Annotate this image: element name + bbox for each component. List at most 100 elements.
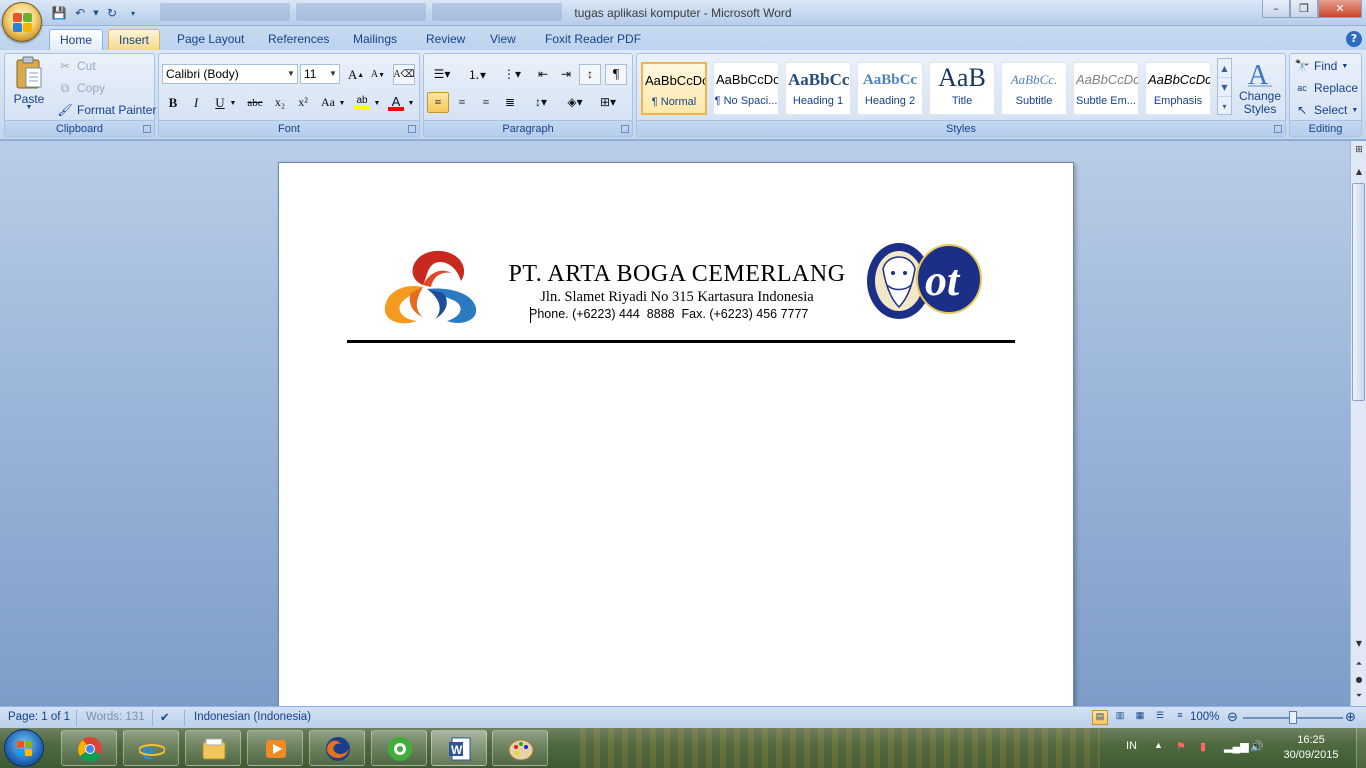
decrease-indent-icon[interactable]: ⇤ bbox=[532, 64, 554, 85]
bullets-icon[interactable]: ☰▾ bbox=[427, 64, 457, 85]
style-normal[interactable]: AaBbCcDc ¶ Normal bbox=[641, 62, 707, 115]
line-spacing-icon[interactable]: ↕▾ bbox=[527, 92, 555, 113]
full-screen-reading-icon[interactable]: ▥ bbox=[1112, 710, 1128, 725]
find-button[interactable]: 🔭 Find ▼ bbox=[1294, 58, 1349, 74]
document-page[interactable]: PT. ARTA BOGA CEMERLANG Jln. Slamet Riya… bbox=[278, 162, 1074, 706]
text-highlight-button[interactable]: ab bbox=[351, 92, 373, 113]
change-case-dropdown-icon[interactable]: ▼ bbox=[337, 92, 347, 113]
align-right-icon[interactable]: ≡ bbox=[475, 92, 497, 113]
format-painter-button[interactable]: 🖌 Format Painter bbox=[57, 102, 156, 118]
align-center-icon[interactable]: ≡ bbox=[451, 92, 473, 113]
sort-icon[interactable]: ↕ bbox=[579, 64, 601, 85]
gallery-down-icon[interactable]: ▼ bbox=[1218, 78, 1231, 97]
proofing-check-icon[interactable]: ✔ bbox=[160, 710, 170, 724]
web-layout-icon[interactable]: ▦ bbox=[1132, 710, 1148, 725]
zoom-out-icon[interactable]: ⊖ bbox=[1227, 709, 1238, 725]
highlight-dropdown-icon[interactable]: ▼ bbox=[372, 92, 382, 113]
show-desktop-button[interactable] bbox=[1356, 728, 1366, 768]
paste-button[interactable]: Paste ▼ bbox=[9, 56, 49, 111]
align-left-icon[interactable]: ≡ bbox=[427, 92, 449, 113]
taskbar-internet-explorer[interactable]: e bbox=[123, 730, 179, 766]
scroll-down-icon[interactable]: ▼ bbox=[1352, 637, 1366, 651]
zoom-slider-thumb[interactable] bbox=[1289, 711, 1297, 724]
ruler-toggle-icon[interactable]: ⊞ bbox=[1352, 143, 1366, 157]
replace-button[interactable]: ac Replace bbox=[1294, 80, 1358, 96]
gallery-up-icon[interactable]: ▲ bbox=[1218, 59, 1231, 78]
justify-icon[interactable]: ≣ bbox=[499, 92, 521, 113]
bold-button[interactable]: B bbox=[162, 92, 184, 113]
vertical-scrollbar[interactable]: ⊞ ▲ ▼ ⏶ ● ⏷ bbox=[1350, 141, 1366, 706]
style-subtitle[interactable]: AaBbCc. Subtitle bbox=[1001, 62, 1067, 115]
tab-mailings[interactable]: Mailings bbox=[343, 29, 407, 50]
styles-gallery-scroll[interactable]: ▲ ▼ ▾ bbox=[1217, 58, 1232, 115]
clear-formatting-icon[interactable]: A⌫ bbox=[393, 64, 415, 85]
italic-button[interactable]: I bbox=[185, 92, 207, 113]
borders-icon[interactable]: ⊞▾ bbox=[594, 92, 622, 113]
shading-icon[interactable]: ◈▾ bbox=[561, 92, 589, 113]
zoom-level[interactable]: 100% bbox=[1190, 711, 1219, 723]
style-subtle-emphasis[interactable]: AaBbCcDc Subtle Em... bbox=[1073, 62, 1139, 115]
start-button[interactable] bbox=[4, 729, 44, 767]
taskbar-green-app[interactable] bbox=[371, 730, 427, 766]
subscript-button[interactable]: x₂ bbox=[269, 92, 291, 113]
input-language[interactable]: IN bbox=[1126, 740, 1137, 752]
show-formatting-marks-icon[interactable]: ¶ bbox=[605, 64, 627, 85]
word-count[interactable]: Words: 131 bbox=[86, 711, 145, 723]
language-indicator[interactable]: Indonesian (Indonesia) bbox=[194, 711, 311, 723]
change-styles-button[interactable]: A Change Styles bbox=[1237, 58, 1283, 116]
zoom-in-icon[interactable]: ⊕ bbox=[1345, 709, 1356, 725]
office-button[interactable] bbox=[2, 2, 42, 42]
outline-icon[interactable]: ☰ bbox=[1152, 710, 1168, 725]
superscript-button[interactable]: x² bbox=[292, 92, 314, 113]
tab-page-layout[interactable]: Page Layout bbox=[167, 29, 254, 50]
font-color-dropdown-icon[interactable]: ▼ bbox=[406, 92, 416, 113]
action-center-icon[interactable]: ⚑ bbox=[1176, 740, 1186, 753]
styles-launcher-icon[interactable] bbox=[1274, 125, 1282, 133]
grow-font-button[interactable]: A ▲ bbox=[345, 64, 367, 85]
print-layout-icon[interactable]: ▤ bbox=[1092, 710, 1108, 725]
cut-button[interactable]: ✂ Cut bbox=[57, 58, 96, 74]
font-color-button[interactable]: A bbox=[385, 92, 407, 113]
help-icon[interactable]: ? bbox=[1346, 31, 1362, 47]
select-button[interactable]: ↖ Select ▼ bbox=[1294, 102, 1358, 118]
style-title[interactable]: AaB Title bbox=[929, 62, 995, 115]
page-indicator[interactable]: Page: 1 of 1 bbox=[8, 711, 70, 723]
clipboard-launcher-icon[interactable] bbox=[143, 125, 151, 133]
scroll-thumb[interactable] bbox=[1352, 183, 1365, 401]
tab-insert[interactable]: Insert bbox=[108, 29, 161, 50]
tab-home[interactable]: Home bbox=[49, 29, 104, 50]
power-icon[interactable]: ▮ bbox=[1200, 740, 1206, 753]
multilevel-list-icon[interactable]: ⋮▾ bbox=[497, 64, 527, 85]
minimize-button[interactable]: – bbox=[1262, 0, 1290, 18]
tab-references[interactable]: References bbox=[258, 29, 339, 50]
next-page-icon[interactable]: ⏷ bbox=[1352, 689, 1366, 703]
strikethrough-button[interactable]: abc bbox=[244, 92, 266, 113]
taskbar-media-player[interactable] bbox=[247, 730, 303, 766]
taskbar-firefox[interactable] bbox=[309, 730, 365, 766]
copy-button[interactable]: ⧉ Copy bbox=[57, 80, 105, 96]
font-name-combo[interactable]: Calibri (Body) ▼ bbox=[162, 64, 298, 84]
select-browse-object-icon[interactable]: ● bbox=[1352, 673, 1366, 687]
numbering-icon[interactable]: ⒈▾ bbox=[462, 64, 492, 85]
close-button[interactable]: ✕ bbox=[1318, 0, 1362, 18]
font-launcher-icon[interactable] bbox=[408, 125, 416, 133]
show-hidden-icons-icon[interactable]: ▲ bbox=[1154, 740, 1163, 750]
style-heading-2[interactable]: AaBbCc Heading 2 bbox=[857, 62, 923, 115]
paragraph-launcher-icon[interactable] bbox=[621, 125, 629, 133]
restore-button[interactable]: ❐ bbox=[1290, 0, 1318, 18]
scroll-up-icon[interactable]: ▲ bbox=[1352, 165, 1366, 179]
draft-icon[interactable]: ≡ bbox=[1172, 710, 1188, 725]
network-signal-icon[interactable]: ▂▄▆ bbox=[1224, 740, 1249, 753]
tab-foxit-reader-pdf[interactable]: Foxit Reader PDF bbox=[535, 29, 651, 50]
taskbar-word[interactable]: W bbox=[431, 730, 487, 766]
font-size-combo[interactable]: 11 ▼ bbox=[300, 64, 340, 84]
style-no-spacing[interactable]: AaBbCcDc ¶ No Spaci... bbox=[713, 62, 779, 115]
system-clock[interactable]: 16:25 30/09/2015 bbox=[1276, 733, 1346, 763]
style-emphasis[interactable]: AaBbCcDc Emphasis bbox=[1145, 62, 1211, 115]
taskbar-explorer[interactable] bbox=[185, 730, 241, 766]
tab-view[interactable]: View bbox=[480, 29, 526, 50]
shrink-font-button[interactable]: A ▼ bbox=[367, 64, 389, 85]
tab-review[interactable]: Review bbox=[416, 29, 475, 50]
taskbar-paint[interactable] bbox=[492, 730, 548, 766]
underline-dropdown-icon[interactable]: ▼ bbox=[228, 92, 238, 113]
